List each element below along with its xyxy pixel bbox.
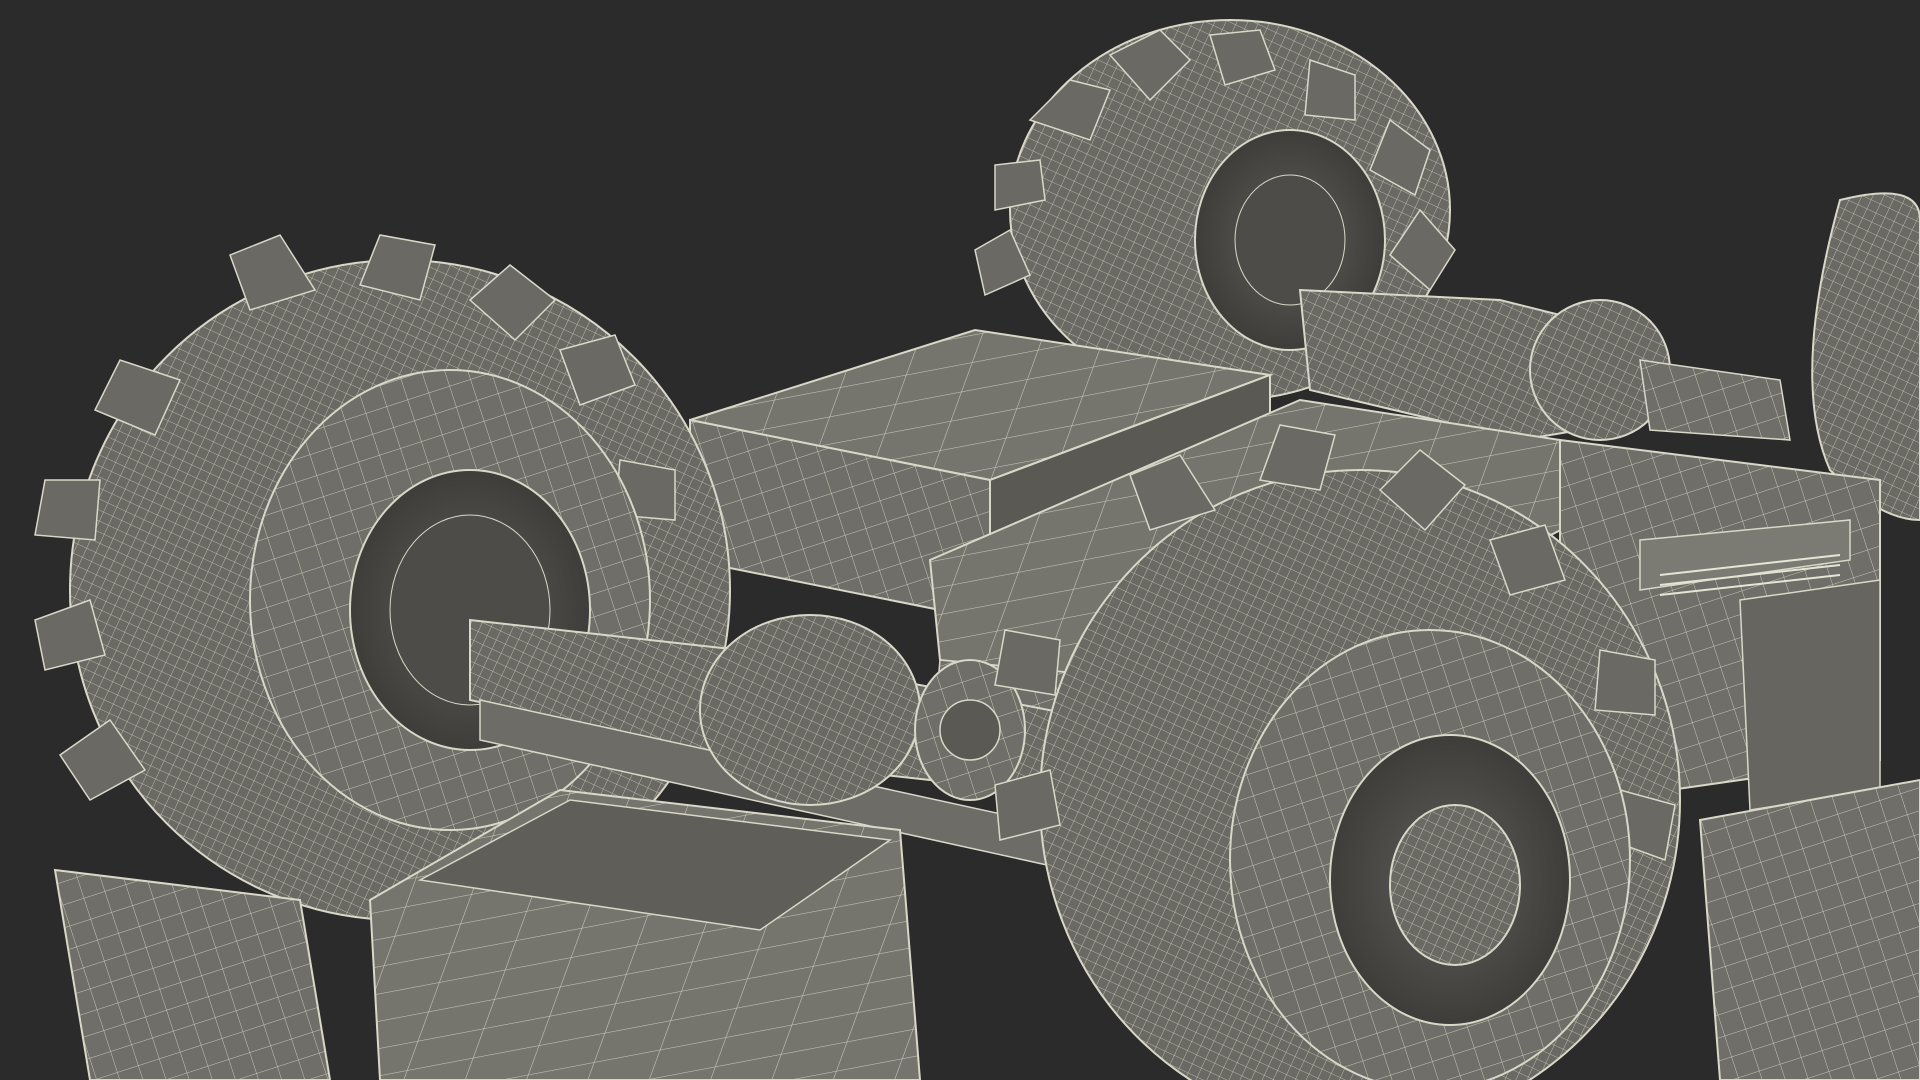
rear-right-tire <box>1811 192 1920 522</box>
3d-viewport <box>0 0 1920 1080</box>
wireframe-render <box>34 19 1920 1080</box>
